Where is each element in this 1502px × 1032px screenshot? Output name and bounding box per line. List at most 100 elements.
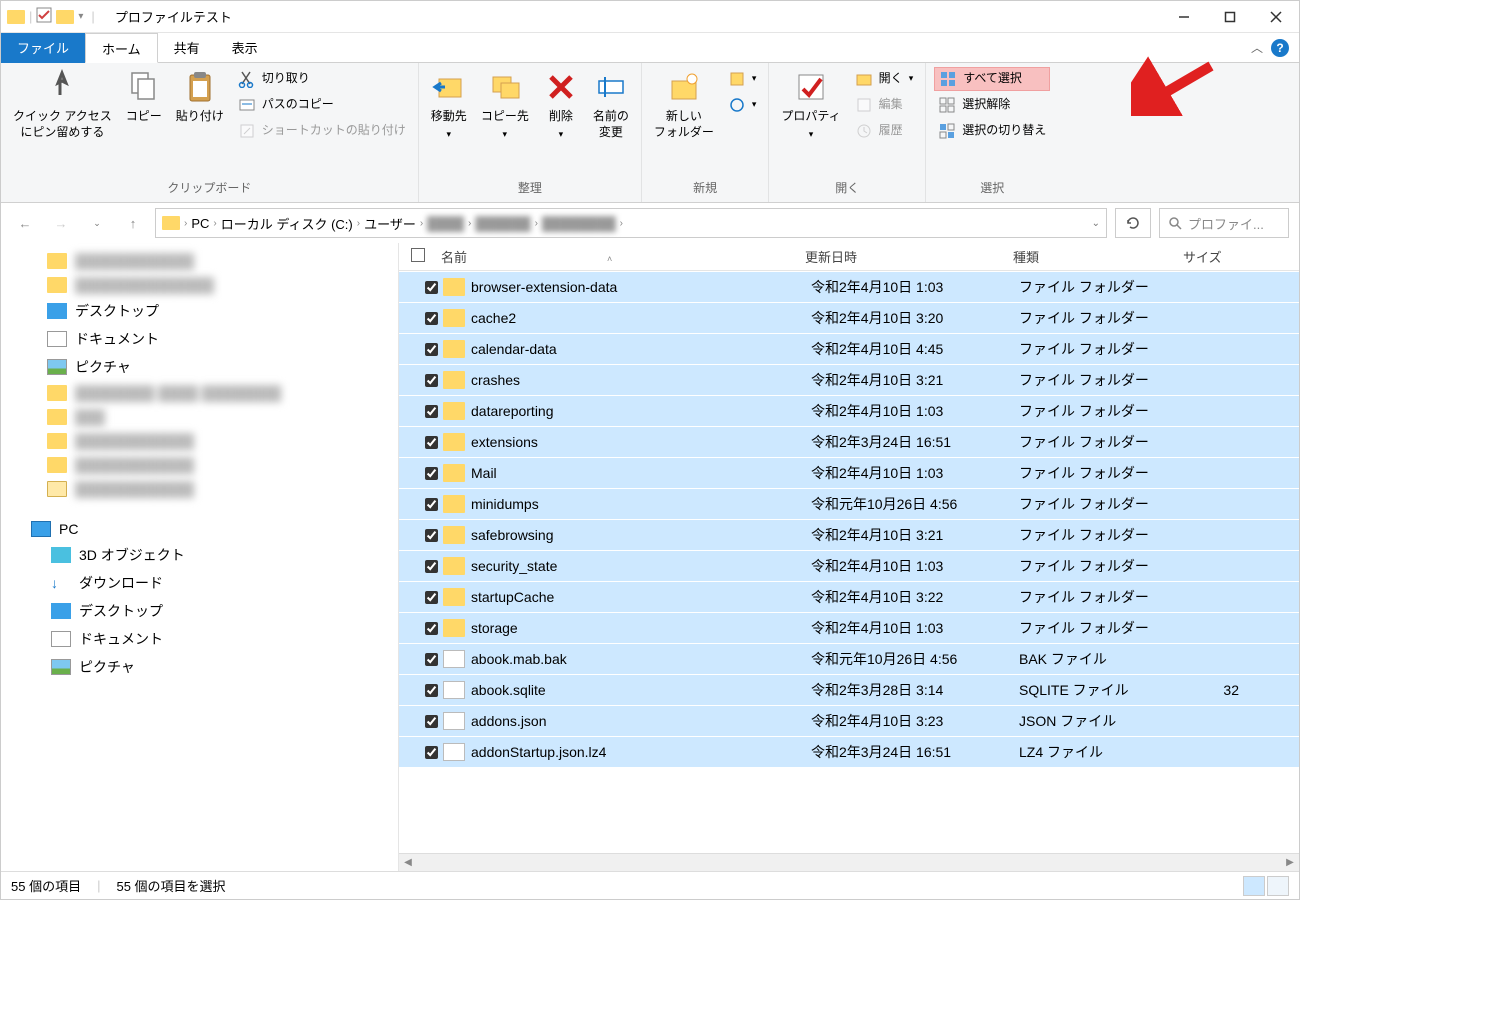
nav-item-3dobjects[interactable]: 3D オブジェクト — [1, 541, 398, 569]
row-checkbox[interactable] — [425, 312, 438, 325]
select-all-checkbox[interactable] — [411, 248, 425, 262]
chevron-right-icon[interactable]: › — [468, 218, 471, 229]
view-details-button[interactable] — [1243, 876, 1265, 896]
properties-button[interactable]: プロパティ▾ — [777, 67, 844, 142]
tab-file[interactable]: ファイル — [1, 33, 85, 63]
row-checkbox[interactable] — [425, 622, 438, 635]
up-button[interactable]: ↑ — [119, 209, 147, 237]
folder-icon[interactable] — [56, 10, 74, 24]
new-item-button[interactable]: ▾ — [724, 67, 761, 91]
paste-shortcut-button[interactable]: ショートカットの貼り付け — [234, 119, 410, 143]
minimize-button[interactable] — [1161, 1, 1207, 33]
table-row[interactable]: datareporting令和2年4月10日 1:03ファイル フォルダー — [399, 395, 1299, 426]
row-checkbox[interactable] — [425, 529, 438, 542]
nav-item-pictures[interactable]: ピクチャ — [1, 653, 398, 681]
chevron-right-icon[interactable]: › — [357, 218, 360, 229]
navigation-pane[interactable]: ████████████ ██████████████ デスクトップ ドキュメン… — [1, 243, 399, 871]
file-list[interactable]: browser-extension-data令和2年4月10日 1:03ファイル… — [399, 271, 1299, 853]
chevron-right-icon[interactable]: › — [420, 218, 423, 229]
copy-path-button[interactable]: パスのコピー — [234, 93, 410, 117]
row-checkbox[interactable] — [425, 746, 438, 759]
collapse-ribbon-icon[interactable]: ︿ — [1251, 39, 1263, 56]
help-button[interactable]: ? — [1271, 39, 1289, 57]
chevron-right-icon[interactable]: › — [213, 218, 216, 229]
nav-item-blurred[interactable]: ████████████ — [1, 429, 398, 453]
chevron-right-icon[interactable]: › — [535, 218, 538, 229]
scroll-left-icon[interactable]: ◀ — [399, 857, 417, 868]
tab-view[interactable]: 表示 — [216, 33, 274, 63]
check-icon[interactable] — [36, 7, 52, 26]
column-name[interactable]: 名前 — [441, 250, 467, 265]
table-row[interactable]: addons.json令和2年4月10日 3:23JSON ファイル — [399, 705, 1299, 736]
row-checkbox[interactable] — [425, 498, 438, 511]
recent-button[interactable]: ⌄ — [83, 209, 111, 237]
forward-button[interactable]: → — [47, 209, 75, 237]
nav-item-blurred[interactable]: ████████████ — [1, 477, 398, 501]
nav-item-pictures[interactable]: ピクチャ — [1, 353, 398, 381]
table-row[interactable]: crashes令和2年4月10日 3:21ファイル フォルダー — [399, 364, 1299, 395]
history-button[interactable]: 履歴 — [851, 119, 918, 143]
table-row[interactable]: Mail令和2年4月10日 1:03ファイル フォルダー — [399, 457, 1299, 488]
maximize-button[interactable] — [1207, 1, 1253, 33]
nav-item-pc[interactable]: PC — [1, 517, 398, 541]
view-icons-button[interactable] — [1267, 876, 1289, 896]
breadcrumb[interactable]: ローカル ディスク (C:) — [221, 214, 353, 233]
row-checkbox[interactable] — [425, 343, 438, 356]
column-date[interactable]: 更新日時 — [805, 247, 1013, 266]
column-headers[interactable]: 名前˄ 更新日時 種類 サイズ — [399, 243, 1299, 271]
column-type[interactable]: 種類 — [1013, 247, 1183, 266]
chevron-right-icon[interactable]: › — [620, 218, 623, 229]
back-button[interactable]: ← — [11, 209, 39, 237]
row-checkbox[interactable] — [425, 281, 438, 294]
table-row[interactable]: abook.sqlite令和2年3月28日 3:14SQLITE ファイル32 — [399, 674, 1299, 705]
tab-home[interactable]: ホーム — [85, 33, 158, 63]
row-checkbox[interactable] — [425, 436, 438, 449]
nav-item-documents[interactable]: ドキュメント — [1, 325, 398, 353]
breadcrumb[interactable]: PC — [191, 216, 209, 231]
nav-item-desktop[interactable]: デスクトップ — [1, 597, 398, 625]
breadcrumb[interactable]: ユーザー — [364, 214, 416, 233]
address-bar[interactable]: › PC › ローカル ディスク (C:) › ユーザー › ████ › ██… — [155, 208, 1107, 238]
row-checkbox[interactable] — [425, 560, 438, 573]
table-row[interactable]: addonStartup.json.lz4令和2年3月24日 16:51LZ4 … — [399, 736, 1299, 767]
new-folder-button[interactable]: 新しい フォルダー — [650, 67, 718, 142]
edit-button[interactable]: 編集 — [851, 93, 918, 117]
easy-access-button[interactable]: ▾ — [724, 93, 761, 117]
table-row[interactable]: security_state令和2年4月10日 1:03ファイル フォルダー — [399, 550, 1299, 581]
nav-item-desktop[interactable]: デスクトップ — [1, 297, 398, 325]
row-checkbox[interactable] — [425, 653, 438, 666]
close-button[interactable] — [1253, 1, 1299, 33]
rename-button[interactable]: 名前の 変更 — [589, 67, 633, 142]
row-checkbox[interactable] — [425, 715, 438, 728]
delete-button[interactable]: 削除▾ — [539, 67, 583, 142]
address-dropdown-icon[interactable]: ⌄ — [1092, 218, 1100, 229]
table-row[interactable]: minidumps令和元年10月26日 4:56ファイル フォルダー — [399, 488, 1299, 519]
chevron-right-icon[interactable]: › — [184, 218, 187, 229]
table-row[interactable]: browser-extension-data令和2年4月10日 1:03ファイル… — [399, 271, 1299, 302]
horizontal-scrollbar[interactable]: ◀ ▶ — [399, 853, 1299, 871]
qat-dropdown-icon[interactable]: ▾ — [78, 11, 83, 22]
row-checkbox[interactable] — [425, 374, 438, 387]
table-row[interactable]: calendar-data令和2年4月10日 4:45ファイル フォルダー — [399, 333, 1299, 364]
table-row[interactable]: startupCache令和2年4月10日 3:22ファイル フォルダー — [399, 581, 1299, 612]
row-checkbox[interactable] — [425, 684, 438, 697]
nav-item-blurred[interactable]: ████████████ — [1, 453, 398, 477]
breadcrumb-blurred[interactable]: ████████ — [542, 216, 616, 231]
row-checkbox[interactable] — [425, 467, 438, 480]
copyto-button[interactable]: コピー先▾ — [477, 67, 533, 142]
copy-button[interactable]: コピー — [122, 67, 166, 127]
search-input[interactable]: プロファイ... — [1159, 208, 1289, 238]
table-row[interactable]: cache2令和2年4月10日 3:20ファイル フォルダー — [399, 302, 1299, 333]
nav-item-downloads[interactable]: ↓ダウンロード — [1, 569, 398, 597]
table-row[interactable]: safebrowsing令和2年4月10日 3:21ファイル フォルダー — [399, 519, 1299, 550]
scroll-right-icon[interactable]: ▶ — [1281, 857, 1299, 868]
tab-share[interactable]: 共有 — [158, 33, 216, 63]
paste-button[interactable]: 貼り付け — [172, 67, 228, 127]
invert-selection-button[interactable]: 選択の切り替え — [934, 119, 1050, 143]
column-size[interactable]: サイズ — [1183, 247, 1243, 266]
table-row[interactable]: storage令和2年4月10日 1:03ファイル フォルダー — [399, 612, 1299, 643]
nav-item-blurred[interactable]: ███ — [1, 405, 398, 429]
nav-item-documents[interactable]: ドキュメント — [1, 625, 398, 653]
cut-button[interactable]: 切り取り — [234, 67, 410, 91]
open-button[interactable]: 開く▾ — [851, 67, 918, 91]
